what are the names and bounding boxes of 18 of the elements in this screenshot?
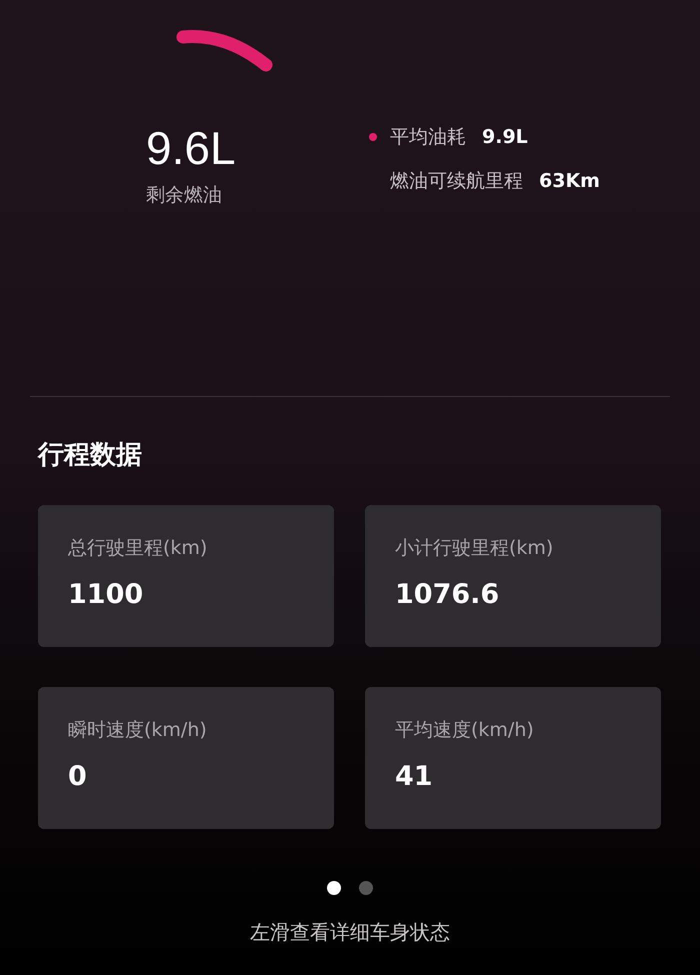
stat-value: 63Km bbox=[539, 170, 600, 192]
section-title: 行程数据 bbox=[38, 439, 143, 472]
card-label: 平均速度(km/h) bbox=[395, 718, 535, 743]
card-label: 小计行驶里程(km) bbox=[395, 536, 554, 561]
fuel-remaining-label: 剩余燃油 bbox=[146, 183, 223, 208]
card-value: 1100 bbox=[68, 579, 144, 610]
fuel-remaining-value: 9.6L bbox=[146, 122, 237, 174]
card-label: 瞬时速度(km/h) bbox=[68, 718, 208, 743]
page-indicator-dot[interactable] bbox=[327, 881, 341, 895]
page-indicator-dot[interactable] bbox=[359, 881, 373, 895]
card-value: 41 bbox=[395, 761, 434, 792]
card-label: 总行驶里程(km) bbox=[68, 536, 208, 561]
card-value: 0 bbox=[68, 761, 88, 792]
stat-label: 平均油耗 bbox=[390, 125, 466, 150]
stat-value: 9.9L bbox=[482, 126, 528, 148]
stat-label: 燃油可续航里程 bbox=[390, 169, 523, 194]
swipe-hint: 左滑查看详细车身状态 bbox=[249, 919, 451, 946]
card-value: 1076.6 bbox=[395, 579, 500, 610]
